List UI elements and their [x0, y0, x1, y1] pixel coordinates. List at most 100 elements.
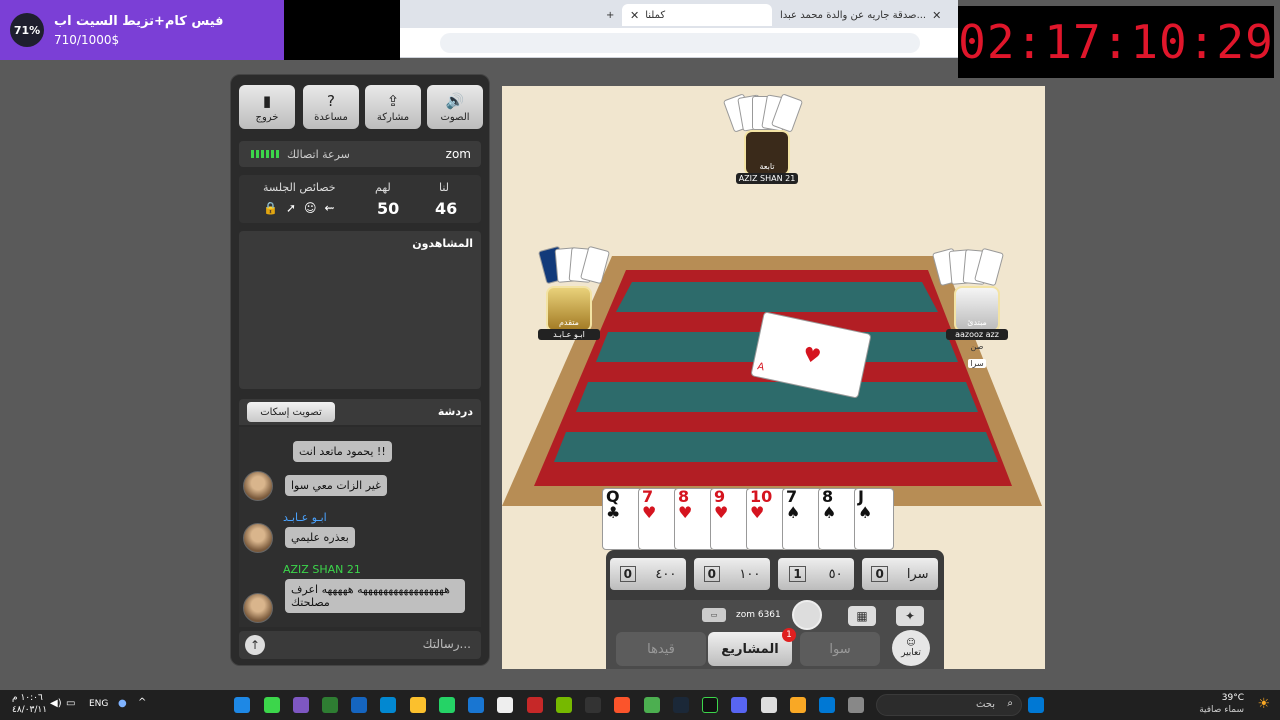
edge-icon[interactable] — [819, 697, 835, 713]
bid-box[interactable]: 0 سرا — [862, 558, 938, 590]
card-suit: ♥ — [714, 503, 729, 522]
sawa-button[interactable]: سوا — [800, 632, 880, 666]
chevron-up-icon[interactable]: ^ — [138, 697, 146, 708]
rug-stripe — [616, 282, 938, 312]
smiley-icon: ☺ — [304, 201, 317, 215]
start-icon[interactable] — [1028, 697, 1044, 713]
app-icon[interactable] — [761, 697, 777, 713]
emoji-button[interactable]: ☺ تعابير — [892, 630, 930, 666]
hand-card-2[interactable]: 7 ♥ — [638, 488, 678, 550]
exit-button[interactable]: ▮ خروج — [239, 85, 295, 129]
bid-box[interactable]: 0 ٤٠٠ — [610, 558, 686, 590]
card-suit: ♠ — [786, 503, 801, 522]
player-right[interactable]: مبتدئ aazooz azz صن سرا — [946, 286, 1008, 370]
card-suit: ♥ — [750, 503, 765, 522]
player-top[interactable]: تابعة AZIZ SHAN 21 — [736, 130, 798, 184]
fast-icon: ➚ — [285, 201, 297, 215]
avatar — [243, 471, 273, 501]
action-bar: ▭ zom 6361 ▦ ✦ قيدها المشاريع 1 سوا ☺ تع… — [606, 600, 944, 669]
smiley-icon: ☺ — [906, 638, 916, 648]
hand-card-8[interactable]: J ♠ — [854, 488, 894, 550]
hand-card-7[interactable]: 8 ♠ — [818, 488, 858, 550]
bid-box[interactable]: 1 ٥٠ — [778, 558, 854, 590]
chat-message: بعذره عليمي — [285, 527, 355, 548]
app-icon[interactable] — [410, 697, 426, 713]
player-rank-title: تابعة — [759, 162, 775, 171]
us-label: لنا — [439, 181, 450, 194]
send-icon[interactable]: ↑ — [245, 635, 265, 655]
nvidia-icon[interactable] — [556, 697, 572, 713]
app-icon[interactable] — [702, 697, 718, 713]
tab-active[interactable]: ✕ كملنا — [622, 4, 772, 26]
tab-active-title: كملنا — [645, 9, 666, 21]
whatsapp-icon[interactable] — [439, 697, 455, 713]
chat-sender-name: ابـو عـابـد — [283, 511, 327, 524]
share-button[interactable]: ⇪ مشاركة — [365, 85, 421, 129]
hand-card-1[interactable]: Q ♣ — [602, 488, 642, 550]
goal-title: فيس كام+تزيط السيت اب — [54, 13, 224, 29]
volume-icon[interactable]: ◀) — [50, 698, 62, 709]
flame-icon[interactable]: ✦ — [896, 606, 924, 626]
hand-card-5[interactable]: 10 ♥ — [746, 488, 786, 550]
game-table: تابعة AZIZ SHAN 21 متقدم ابـو عـابـد مبت… — [502, 86, 1045, 669]
player-rank-title: متقدم — [559, 318, 579, 327]
epic-icon[interactable] — [585, 697, 601, 713]
player-tag: صن — [970, 342, 984, 351]
card-suit: ♣ — [606, 503, 621, 522]
my-name: zom 6361 — [736, 610, 781, 620]
app-icon[interactable] — [234, 697, 250, 713]
app-icon[interactable] — [848, 697, 864, 713]
language-indicator[interactable]: ENG — [89, 699, 108, 709]
folder-icon[interactable] — [790, 697, 806, 713]
hand-card-4[interactable]: 9 ♥ — [710, 488, 750, 550]
chrome-icon[interactable] — [644, 697, 660, 713]
card-suit: ♠ — [858, 503, 873, 522]
app-icon[interactable] — [468, 697, 484, 713]
close-tab-icon[interactable]: ✕ — [932, 9, 941, 22]
steam-icon[interactable] — [673, 697, 689, 713]
vote-mute-button[interactable]: تصويت إسكات — [247, 402, 335, 422]
app-icon[interactable] — [293, 697, 309, 713]
sound-button[interactable]: 🔊 الصوت — [427, 85, 483, 129]
new-tab-button[interactable]: + — [598, 4, 622, 26]
hand-card-3[interactable]: 8 ♥ — [674, 488, 714, 550]
network-icon[interactable]: ▭ — [66, 698, 75, 709]
bids-bar: 0 ٤٠٠ 0 ١٠٠ 1 ٥٠ 0 سرا — [606, 550, 944, 600]
bid-box[interactable]: 0 ١٠٠ — [694, 558, 770, 590]
help-icon: ? — [327, 91, 335, 110]
help-button[interactable]: ? مساعدة — [303, 85, 359, 129]
tab-secondary[interactable]: صدقة جاريه عن والدة محمد عبدا... ✕ — [772, 4, 949, 26]
overlay-black-block — [284, 0, 400, 60]
app-icon[interactable] — [351, 697, 367, 713]
gift-icon[interactable]: ▦ — [848, 606, 876, 626]
app-icon[interactable] — [322, 697, 338, 713]
chat-input[interactable]: ↑ رسالتك... — [239, 631, 481, 659]
projects-button[interactable]: المشاريع — [708, 632, 792, 666]
app-icon[interactable] — [497, 697, 513, 713]
mic-icon[interactable]: ● — [118, 698, 127, 709]
taskbar: ١٠:٠٦ م ٤٨/٠٣/١١ ◀) ▭ ENG ● ^ بحث ⌕ 39°C… — [0, 690, 1280, 720]
app-icon[interactable] — [264, 697, 280, 713]
bid-value: 0 — [703, 566, 721, 582]
sun-icon[interactable]: ☀ — [1257, 696, 1270, 712]
player-left[interactable]: متقدم ابـو عـابـد — [538, 286, 600, 340]
hand-card-6[interactable]: 7 ♠ — [782, 488, 822, 550]
chat-header: تصويت إسكات دردشة — [239, 399, 481, 425]
close-tab-icon[interactable]: ✕ — [630, 9, 639, 22]
app-icon[interactable] — [380, 697, 396, 713]
address-bar[interactable] — [440, 33, 920, 53]
chat-message: غير الزات معي سوا — [285, 475, 387, 496]
search-icon: ⌕ — [1007, 698, 1013, 709]
chat-messages[interactable]: يحمود ماتعد انت !! غير الزات معي سوا ابـ… — [239, 427, 481, 627]
qaydha-button[interactable]: قيدها — [616, 632, 706, 666]
search-input[interactable]: بحث ⌕ — [876, 694, 1022, 716]
app-icon[interactable] — [527, 697, 543, 713]
avatar — [243, 593, 273, 623]
chat-title: دردشة — [437, 405, 473, 418]
brave-icon[interactable] — [614, 697, 630, 713]
discord-icon[interactable] — [731, 697, 747, 713]
weather-description: سماء صافية — [1199, 705, 1244, 715]
chat-message: يحمود ماتعد انت !! — [293, 441, 392, 462]
them-score: 50 — [377, 199, 400, 218]
bid-value: 0 — [871, 566, 888, 582]
